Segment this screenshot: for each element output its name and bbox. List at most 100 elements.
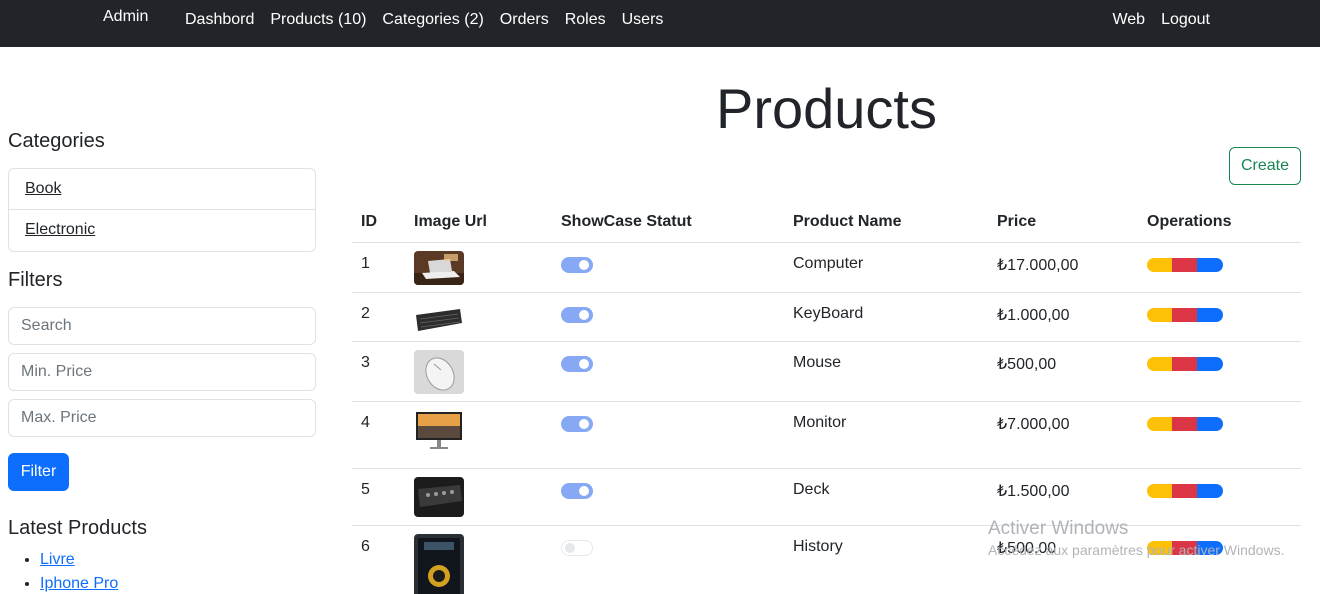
cell-id: 6 — [352, 525, 405, 594]
view-button[interactable] — [1197, 257, 1223, 272]
cell-operations — [1138, 341, 1301, 402]
latest-link-livre[interactable]: Livre — [40, 551, 75, 568]
category-link-electronic[interactable]: Electronic — [25, 221, 95, 238]
mouse-thumbnail — [414, 349, 464, 394]
delete-button[interactable] — [1172, 416, 1197, 431]
category-item-book: Book — [9, 169, 315, 210]
cell-showcase — [552, 341, 784, 402]
cell-product-name: History — [784, 525, 988, 594]
view-button[interactable] — [1197, 307, 1223, 322]
category-list: Book Electronic — [8, 168, 316, 252]
table-row: 4 Monitor ₺7.000,00 — [352, 401, 1301, 469]
categories-heading: Categories — [8, 130, 105, 152]
brand-link[interactable]: Admin — [103, 8, 148, 26]
cell-operations — [1138, 525, 1301, 594]
showcase-toggle[interactable] — [561, 355, 593, 372]
nav-logout[interactable]: Logout — [1161, 11, 1210, 29]
edit-button[interactable] — [1147, 307, 1172, 322]
cell-image — [405, 401, 552, 469]
nav-orders[interactable]: Orders — [500, 11, 549, 29]
showcase-toggle[interactable] — [561, 306, 593, 323]
max-price-input[interactable] — [8, 399, 316, 437]
col-price: Price — [988, 202, 1138, 243]
delete-button[interactable] — [1172, 540, 1197, 555]
edit-button[interactable] — [1147, 540, 1172, 555]
cell-price: ₺500,00 — [988, 341, 1138, 402]
nav-products[interactable]: Products (10) — [270, 11, 366, 29]
col-product-name: Product Name — [784, 202, 988, 243]
edit-button[interactable] — [1147, 416, 1172, 431]
cell-showcase — [552, 292, 784, 342]
operations-group — [1147, 257, 1223, 272]
nav-dashboard[interactable]: Dashbord — [185, 11, 254, 29]
showcase-toggle[interactable] — [561, 256, 593, 273]
latest-link-iphone-pro[interactable]: Iphone Pro — [40, 575, 118, 592]
view-button[interactable] — [1197, 416, 1223, 431]
cell-operations — [1138, 292, 1301, 342]
cell-showcase — [552, 242, 784, 293]
cell-id: 1 — [352, 242, 405, 293]
nav-roles[interactable]: Roles — [565, 11, 606, 29]
cell-product-name: Computer — [784, 242, 988, 293]
delete-button[interactable] — [1172, 307, 1197, 322]
book-thumbnail — [414, 533, 464, 594]
operations-group — [1147, 540, 1223, 555]
delete-button[interactable] — [1172, 483, 1197, 498]
col-image-url: Image Url — [405, 202, 552, 243]
keyboard-thumbnail — [414, 300, 464, 335]
edit-button[interactable] — [1147, 257, 1172, 272]
nav-users[interactable]: Users — [622, 11, 664, 29]
cell-image — [405, 468, 552, 526]
cell-image — [405, 341, 552, 402]
toggle-knob — [579, 485, 589, 496]
latest-item: Livre — [40, 548, 118, 572]
cell-operations — [1138, 468, 1301, 526]
category-link-book[interactable]: Book — [25, 180, 61, 197]
showcase-toggle[interactable] — [561, 415, 593, 432]
cell-id: 5 — [352, 468, 405, 526]
top-navbar: Admin Dashbord Products (10) Categories … — [0, 0, 1320, 47]
table-row: 2 KeyBoard ₺1.000,00 — [352, 292, 1301, 342]
create-button[interactable]: Create — [1229, 147, 1301, 185]
toggle-knob — [579, 418, 589, 429]
nav-links: Dashbord Products (10) Categories (2) Or… — [185, 11, 663, 29]
edit-button[interactable] — [1147, 356, 1172, 371]
cell-product-name: Monitor — [784, 401, 988, 469]
view-button[interactable] — [1197, 540, 1223, 555]
nav-web[interactable]: Web — [1112, 11, 1145, 29]
latest-item: Iphone Pro — [40, 572, 118, 594]
cell-id: 2 — [352, 292, 405, 342]
toggle-knob — [565, 542, 575, 553]
search-input[interactable] — [8, 307, 316, 345]
delete-button[interactable] — [1172, 356, 1197, 371]
showcase-toggle[interactable] — [561, 539, 593, 556]
cell-operations — [1138, 401, 1301, 469]
cell-operations — [1138, 242, 1301, 293]
view-button[interactable] — [1197, 483, 1223, 498]
cell-id: 4 — [352, 401, 405, 469]
deck-thumbnail — [414, 476, 464, 517]
operations-group — [1147, 356, 1223, 371]
computer-thumbnail — [414, 250, 464, 285]
monitor-thumbnail — [414, 409, 464, 452]
cell-showcase — [552, 401, 784, 469]
operations-group — [1147, 416, 1223, 431]
filter-button[interactable]: Filter — [8, 453, 69, 491]
cell-price: ₺1.500,00 — [988, 468, 1138, 526]
toggle-knob — [579, 358, 589, 369]
operations-group — [1147, 307, 1223, 322]
cell-price: ₺7.000,00 — [988, 401, 1138, 469]
showcase-toggle[interactable] — [561, 482, 593, 499]
col-showcase: ShowCase Statut — [552, 202, 784, 243]
min-price-input[interactable] — [8, 353, 316, 391]
delete-button[interactable] — [1172, 257, 1197, 272]
view-button[interactable] — [1197, 356, 1223, 371]
category-item-electronic: Electronic — [9, 210, 315, 251]
operations-group — [1147, 483, 1223, 498]
page-title: Products — [716, 77, 937, 140]
latest-products-heading: Latest Products — [8, 517, 147, 539]
nav-categories[interactable]: Categories (2) — [382, 11, 483, 29]
cell-id: 3 — [352, 341, 405, 402]
cell-price: ₺17.000,00 — [988, 242, 1138, 293]
edit-button[interactable] — [1147, 483, 1172, 498]
